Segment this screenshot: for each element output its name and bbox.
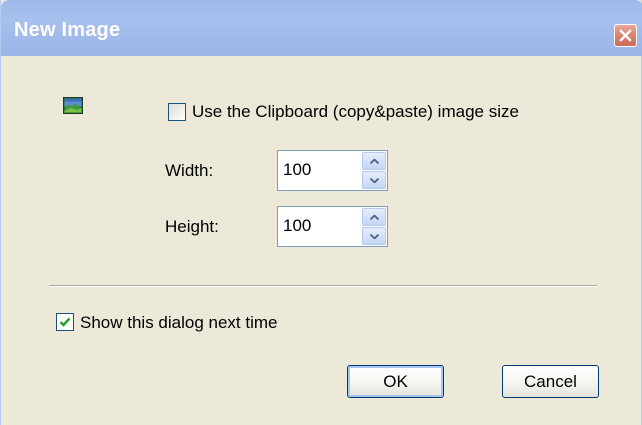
- separator: [49, 285, 597, 287]
- width-input[interactable]: [283, 158, 353, 182]
- height-label: Height:: [165, 217, 219, 236]
- image-icon: [63, 97, 83, 114]
- width-increment-button[interactable]: [362, 152, 386, 170]
- height-input[interactable]: [283, 214, 353, 238]
- show-dialog-checkbox[interactable]: [56, 313, 74, 331]
- height-increment-button[interactable]: [362, 208, 386, 226]
- clipboard-size-label[interactable]: Use the Clipboard (copy&paste) image siz…: [192, 102, 519, 122]
- chevron-down-icon: [369, 177, 379, 183]
- clipboard-size-checkbox[interactable]: [168, 103, 186, 121]
- close-button[interactable]: [614, 24, 637, 47]
- chevron-up-icon: [369, 158, 379, 164]
- height-stepper: [277, 206, 388, 247]
- chevron-down-icon: [369, 233, 379, 239]
- cancel-button[interactable]: Cancel: [502, 365, 599, 398]
- ok-button-label: OK: [383, 371, 408, 391]
- checkmark-icon: [59, 317, 71, 327]
- width-stepper: [277, 150, 388, 191]
- close-icon: [619, 29, 632, 42]
- title-bar[interactable]: New Image: [1, 0, 642, 56]
- ok-button[interactable]: OK: [347, 365, 444, 398]
- show-dialog-label[interactable]: Show this dialog next time: [80, 313, 278, 333]
- height-stepper-buttons: [362, 208, 386, 245]
- height-decrement-button[interactable]: [362, 227, 386, 245]
- cancel-button-label: Cancel: [524, 371, 577, 391]
- chevron-up-icon: [369, 214, 379, 220]
- width-stepper-buttons: [362, 152, 386, 189]
- width-decrement-button[interactable]: [362, 171, 386, 189]
- new-image-dialog: New Image Use the Clipboard (copy&paste)…: [0, 0, 642, 425]
- window-title: New Image: [14, 19, 121, 41]
- width-label: Width:: [165, 161, 214, 180]
